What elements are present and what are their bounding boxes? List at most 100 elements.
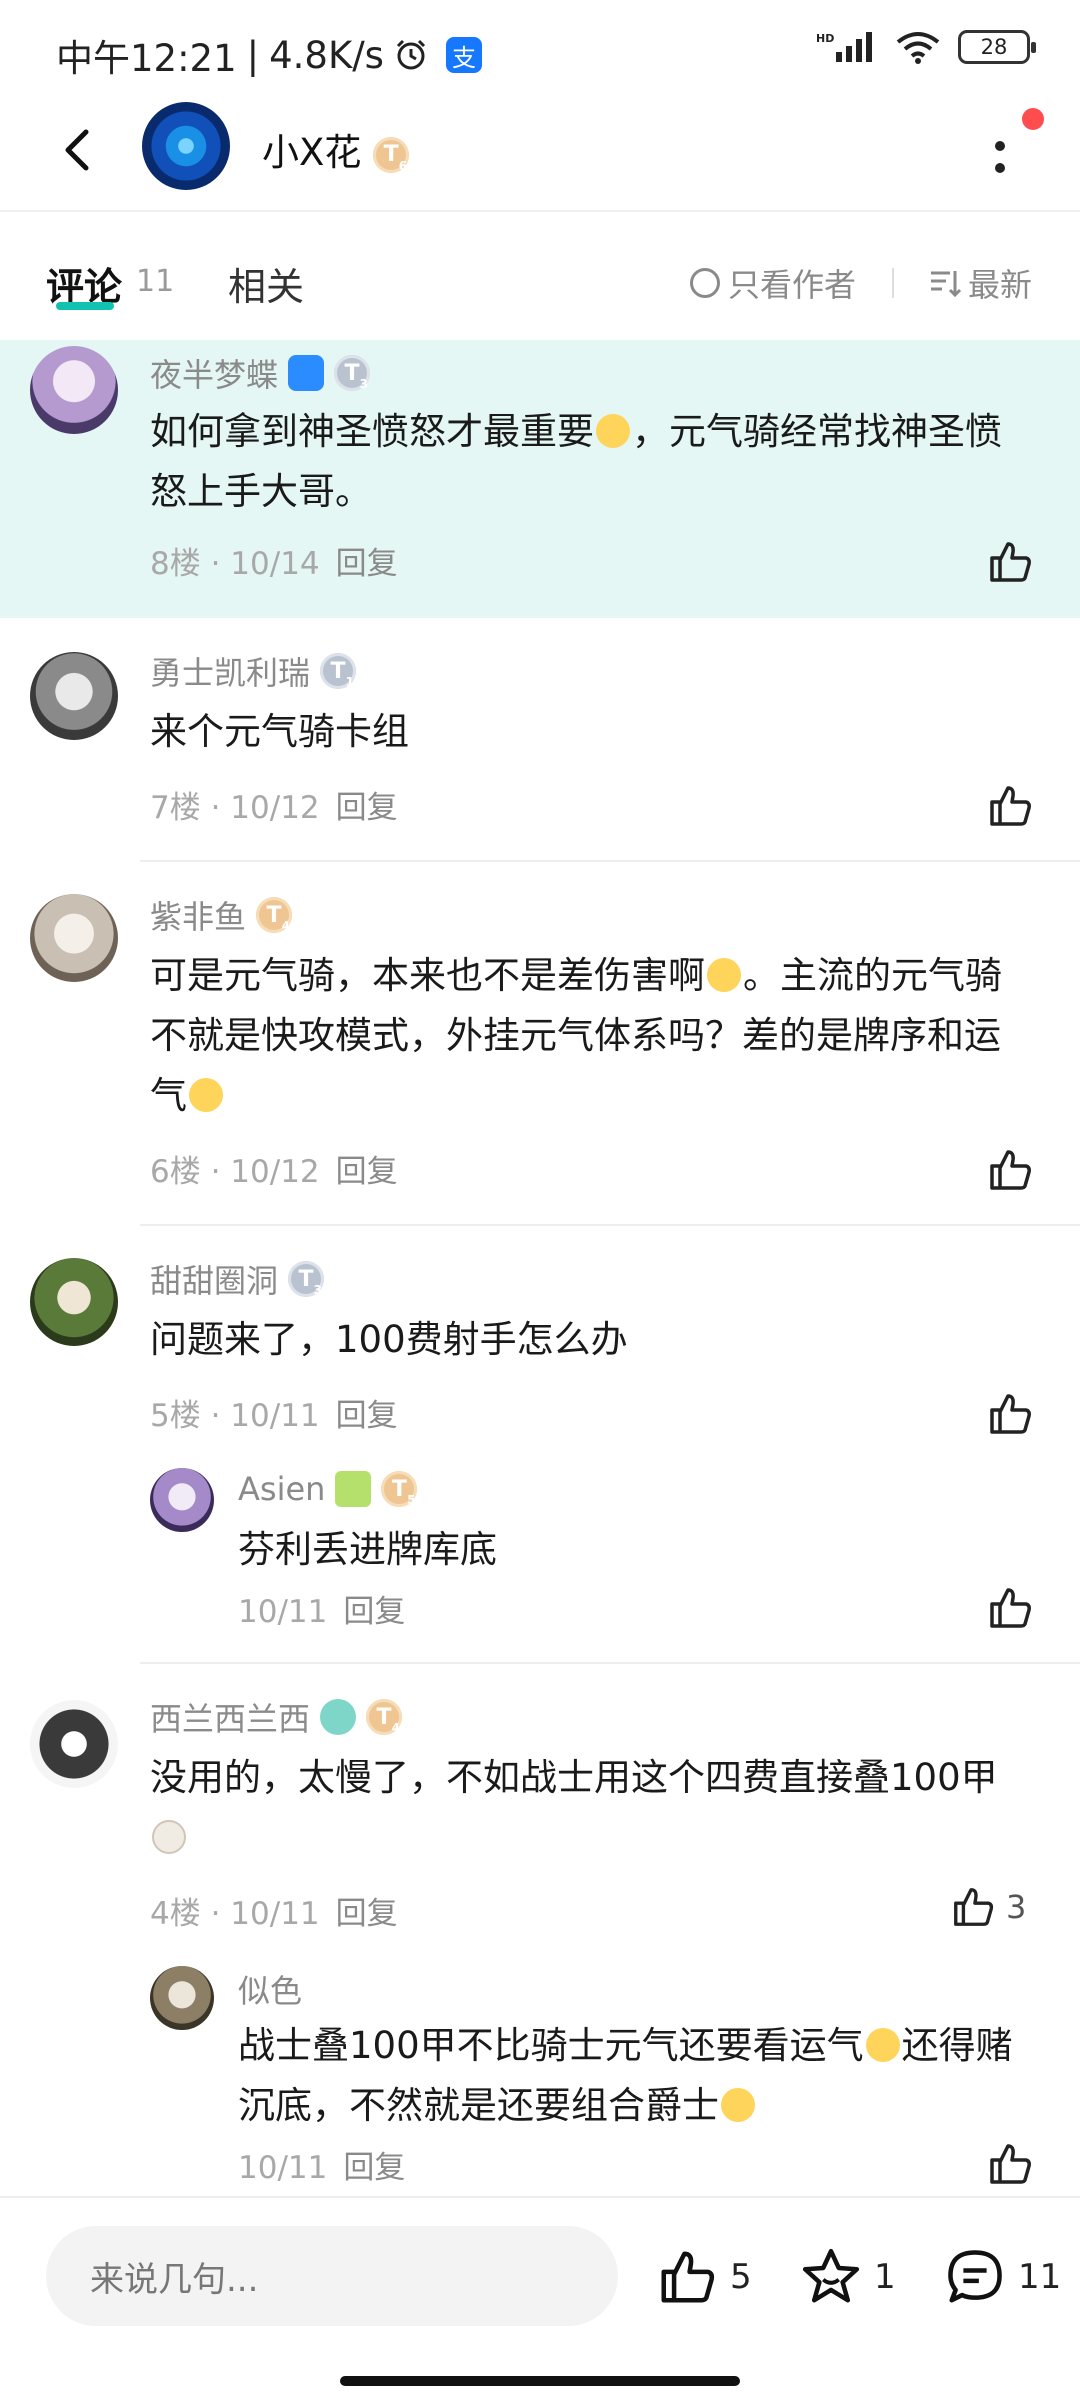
crying-emoji-icon bbox=[596, 414, 630, 448]
reply-button[interactable]: 回复 bbox=[336, 1896, 398, 1932]
status-bar: 中午12:21 | 4.8K/s 支 HD 28 bbox=[0, 0, 1080, 100]
like-icon[interactable] bbox=[986, 782, 1034, 830]
like-button[interactable]: 3 bbox=[950, 1884, 1026, 1930]
badge-icon bbox=[320, 1699, 357, 1735]
tab-related[interactable]: 相关 bbox=[228, 256, 304, 311]
reply-meta: 10/11 回复 bbox=[238, 1594, 406, 1630]
comment-item: 甜甜圈洞 T3 问题来了，100费射手怎么办 5楼 · 10/11 回复 Asie… bbox=[0, 1226, 1080, 1664]
level-badge: T5 bbox=[381, 1471, 418, 1507]
battery-indicator: 28 bbox=[958, 30, 1036, 64]
sort-button[interactable]: 最新 bbox=[928, 260, 1032, 306]
comment-item: 勇士凯利瑞 T1 来个元气骑卡组 7楼 · 10/12 回复 bbox=[0, 618, 1080, 862]
comment-meta: 4楼 · 10/11 回复 bbox=[150, 1896, 398, 1932]
home-indicator[interactable] bbox=[340, 2376, 740, 2386]
reply-button[interactable]: 回复 bbox=[336, 546, 398, 582]
comment-text: 来个元气骑卡组 bbox=[150, 710, 409, 753]
comment-bubble-icon bbox=[948, 2250, 1002, 2303]
level-badge: T3 bbox=[334, 355, 371, 391]
reply-button[interactable]: 回复 bbox=[343, 2150, 405, 2186]
radio-icon bbox=[690, 268, 720, 298]
wifi-icon bbox=[896, 32, 940, 64]
reply-user-avatar[interactable] bbox=[150, 1468, 214, 1532]
level-badge: T6 bbox=[373, 136, 410, 173]
username: 西兰西兰西 bbox=[150, 1700, 311, 1738]
comments-button[interactable]: 11 bbox=[944, 2246, 1061, 2308]
reply-meta: 10/11 回复 bbox=[238, 2150, 406, 2186]
level-badge: T4 bbox=[256, 897, 293, 933]
author-only-toggle[interactable]: 只看作者 bbox=[690, 260, 856, 306]
network-speed: 4.8K/s bbox=[269, 33, 384, 77]
comment-meta: 7楼 · 10/12 回复 bbox=[150, 790, 398, 826]
smile-emoji-icon bbox=[721, 2088, 755, 2122]
comment-count: 11 bbox=[1018, 2257, 1062, 2297]
user-avatar[interactable] bbox=[30, 346, 118, 434]
username-row[interactable]: 西兰西兰西 T4 bbox=[150, 1694, 403, 1740]
alipay-icon: 支 bbox=[445, 37, 482, 73]
level-badge: T3 bbox=[288, 1261, 325, 1297]
like-post-button[interactable]: 5 bbox=[656, 2246, 752, 2308]
comment-item: 紫非鱼 T4 可是元气骑，本来也不是差伤害啊 。主流的元气骑不就是快攻模式，外挂元… bbox=[0, 862, 1080, 1226]
status-time: 中午12:21 bbox=[56, 37, 237, 80]
like-icon[interactable] bbox=[986, 1584, 1034, 1632]
reply-text: 芬利丢进牌库底 bbox=[238, 1528, 497, 1571]
gamepad-icon bbox=[288, 355, 325, 391]
favorite-button[interactable]: 1 bbox=[800, 2246, 896, 2308]
dog-emoji-icon bbox=[152, 1820, 186, 1854]
reply-button[interactable]: 回复 bbox=[343, 1594, 405, 1630]
comment-item: 西兰西兰西 T4 没用的，太慢了，不如战士用这个四费直接叠100甲 4楼 · 1… bbox=[0, 1664, 1080, 2196]
username-row[interactable]: 夜半梦蝶 T3 bbox=[150, 350, 371, 396]
notification-dot bbox=[1022, 108, 1044, 130]
reply-text: 战士叠100甲不比骑士元气还要看运气 还得赌沉底，不然就是还要组合爵士 bbox=[238, 2024, 1013, 2127]
sort-icon bbox=[931, 271, 962, 298]
comment-text: 问题来了，100费射手怎么办 bbox=[150, 1318, 628, 1361]
user-avatar[interactable] bbox=[30, 1700, 118, 1788]
username: 甜甜圈洞 bbox=[150, 1262, 279, 1300]
smug-emoji-icon bbox=[865, 2028, 900, 2062]
comment-text: 如何拿到神圣愤怒才最重要 ，元气骑经常找神圣愤怒上手大哥。 bbox=[150, 410, 1002, 513]
reply-username: Asien bbox=[238, 1470, 326, 1508]
username: 勇士凯利瑞 bbox=[150, 654, 311, 692]
reply-button[interactable]: 回复 bbox=[336, 790, 398, 826]
username-row[interactable]: 勇士凯利瑞 T1 bbox=[150, 648, 357, 694]
shy-emoji-icon bbox=[707, 958, 741, 992]
signal-icon: HD bbox=[816, 32, 872, 62]
reply-user-avatar[interactable] bbox=[150, 1966, 214, 2030]
comment-tabs: 评论 11 相关 只看作者 最新 bbox=[0, 212, 1080, 342]
username: 紫非鱼 bbox=[150, 898, 247, 936]
comment-input[interactable]: 来说几句... bbox=[46, 2226, 618, 2326]
more-options-icon[interactable] bbox=[980, 116, 1020, 196]
reply-button[interactable]: 回复 bbox=[336, 1154, 398, 1190]
like-icon[interactable] bbox=[986, 538, 1034, 586]
alarm-icon bbox=[396, 39, 426, 70]
comment-meta: 8楼 · 10/14 回复 bbox=[150, 546, 398, 582]
comment-item: 夜半梦蝶 T3 如何拿到神圣愤怒才最重要 ，元气骑经常找神圣愤怒上手大哥。 8楼 … bbox=[0, 340, 1080, 618]
author-avatar[interactable] bbox=[142, 102, 230, 190]
like-count: 3 bbox=[1006, 1888, 1027, 1926]
like-icon[interactable] bbox=[986, 1146, 1034, 1194]
bottom-action-bar: 来说几句... 5 1 11 bbox=[0, 2196, 1080, 2400]
back-icon[interactable] bbox=[48, 120, 108, 180]
user-avatar[interactable] bbox=[30, 1258, 118, 1346]
comment-meta: 6楼 · 10/12 回复 bbox=[150, 1154, 398, 1190]
comment-text: 没用的，太慢了，不如战士用这个四费直接叠100甲 bbox=[150, 1748, 1030, 1868]
like-icon bbox=[954, 1888, 994, 1926]
username-row[interactable]: 甜甜圈洞 T3 bbox=[150, 1256, 325, 1302]
user-avatar[interactable] bbox=[30, 894, 118, 982]
like-icon[interactable] bbox=[986, 2140, 1034, 2188]
like-icon[interactable] bbox=[986, 1390, 1034, 1438]
author-name-row[interactable]: 小X花 T6 bbox=[262, 122, 410, 176]
user-avatar[interactable] bbox=[30, 652, 118, 740]
divider bbox=[892, 268, 894, 298]
level-badge: T4 bbox=[366, 1699, 403, 1735]
pixel-character-icon bbox=[335, 1471, 372, 1507]
post-header: 小X花 T6 bbox=[0, 100, 1080, 212]
username-row[interactable]: 紫非鱼 T4 bbox=[150, 892, 293, 938]
reply-button[interactable]: 回复 bbox=[336, 1398, 398, 1434]
reply-username-row[interactable]: Asien T5 bbox=[238, 1470, 418, 1508]
comment-count: 11 bbox=[136, 264, 175, 299]
status-left: 中午12:21 | 4.8K/s 支 bbox=[56, 28, 482, 82]
reply-username-row[interactable]: 似色 bbox=[238, 1966, 302, 2012]
author-name: 小X花 bbox=[262, 131, 362, 174]
favorite-count: 1 bbox=[874, 2257, 896, 2297]
reply-username: 似色 bbox=[238, 1972, 303, 2010]
